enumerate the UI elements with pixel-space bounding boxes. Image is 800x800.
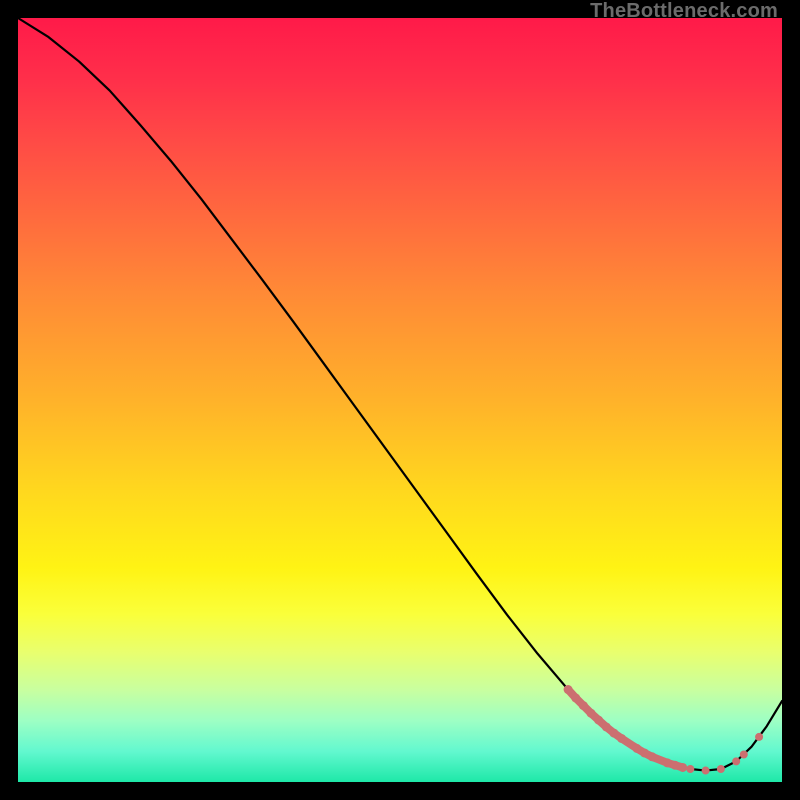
data-marker (717, 765, 725, 773)
data-marker (740, 751, 748, 759)
data-marker (702, 767, 710, 775)
marker-cluster (568, 690, 683, 768)
data-marker (686, 765, 694, 773)
bottleneck-curve (18, 18, 782, 771)
chart-stage: TheBottleneck.com (0, 0, 800, 800)
watermark-label: TheBottleneck.com (590, 0, 778, 23)
data-marker (671, 761, 680, 770)
data-marker (609, 729, 618, 738)
marker-group (564, 685, 764, 774)
data-marker (564, 685, 573, 694)
data-marker (640, 748, 649, 757)
data-marker (678, 763, 687, 772)
data-marker (732, 757, 740, 765)
data-marker (579, 701, 588, 710)
data-marker (587, 709, 596, 718)
data-marker (571, 693, 580, 702)
curve-svg (18, 18, 782, 782)
data-marker (648, 752, 657, 761)
plot-area (18, 18, 782, 782)
data-marker (663, 758, 672, 767)
data-marker (632, 744, 641, 753)
data-marker (617, 734, 626, 743)
data-marker (594, 716, 603, 725)
data-marker (602, 722, 611, 731)
data-marker (755, 733, 763, 741)
